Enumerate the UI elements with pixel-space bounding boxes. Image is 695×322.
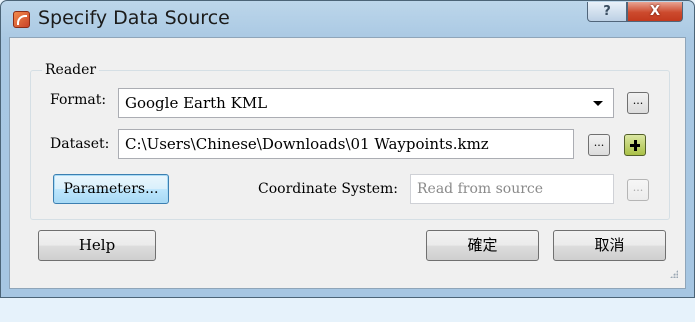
format-dropdown[interactable]: Google Earth KML [118, 88, 614, 118]
dataset-input[interactable]: C:\Users\Chinese\Downloads\01 Waypoints.… [118, 129, 574, 159]
help-button[interactable]: Help [38, 230, 156, 261]
parameters-button[interactable]: Parameters... [53, 174, 169, 204]
help-question-button[interactable]: ? [587, 2, 627, 22]
close-button[interactable]: X [627, 2, 683, 22]
chevron-down-icon[interactable] [593, 101, 603, 106]
coordinate-system-label: Coordinate System: [258, 181, 399, 197]
coordinate-system-browse-button[interactable]: ... [627, 179, 649, 201]
format-label: Format: [50, 92, 107, 108]
add-dataset-plus-icon[interactable] [624, 134, 646, 156]
format-value: Google Earth KML [125, 94, 268, 112]
title-bar[interactable]: Specify Data Source ? X [1, 1, 694, 37]
format-browse-button[interactable]: ... [627, 92, 649, 114]
dataset-browse-button[interactable]: ... [588, 134, 610, 156]
reader-group-label: Reader [42, 62, 100, 78]
dataset-label: Dataset: [50, 136, 110, 152]
ok-button[interactable]: 確定 [426, 230, 539, 261]
cancel-button[interactable]: 取消 [553, 230, 666, 261]
coordinate-system-input[interactable]: Read from source [410, 174, 614, 204]
window-title: Specify Data Source [38, 7, 230, 29]
app-logo-icon [13, 11, 30, 28]
